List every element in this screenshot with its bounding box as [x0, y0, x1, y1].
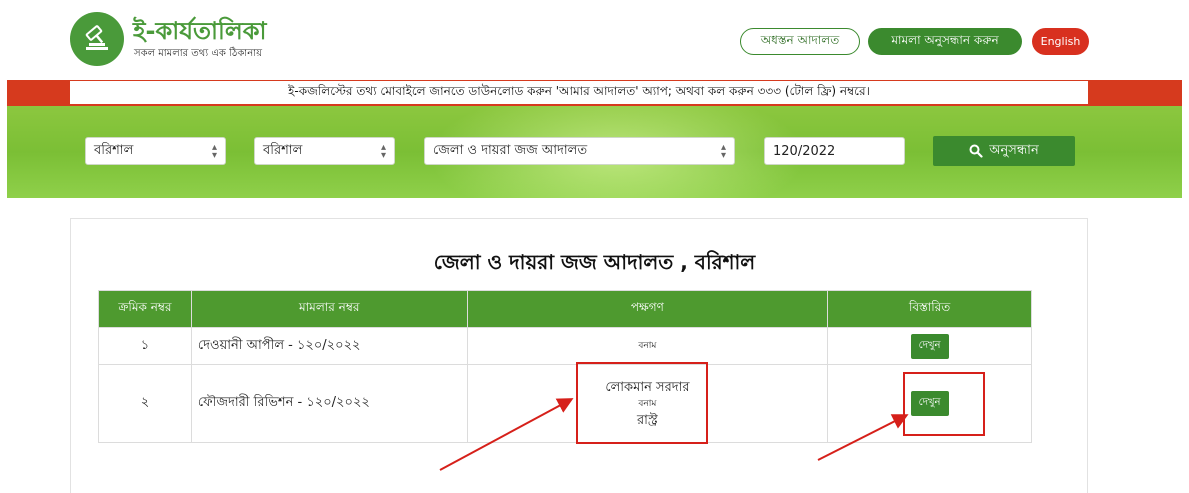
view-details-button[interactable]: দেখুন: [910, 333, 949, 359]
select-arrows-icon: ▴ ▾: [211, 142, 217, 161]
row-serial: ১: [98, 327, 192, 365]
table-row: ১ দেওয়ানী আপীল - ১২০/২০২২ বনাম দেখুন: [98, 327, 1032, 365]
annotation-box-parties: [576, 362, 708, 444]
search-button-label: অনুসন্ধান: [989, 142, 1039, 158]
row-case-number: ফৌজদারী রিভিশন - ১২০/২০২২: [190, 364, 468, 443]
row-serial: ২: [98, 364, 192, 443]
page: ই-কার্যতালিকা সকল মামলার তথ্য এক ঠিকানায…: [0, 0, 1189, 493]
search-icon: [969, 144, 983, 158]
court-title: জেলা ও দায়রা জজ আদালত , বরিশাল: [433, 250, 756, 274]
header-case-number: মামলার নম্বর: [190, 290, 468, 328]
row-details: দেখুন: [827, 327, 1032, 365]
table-header-row: ক্রমিক নম্বর মামলার নম্বর পক্ষগণ বিস্তার…: [98, 290, 1032, 328]
header-serial: ক্রমিক নম্বর: [98, 290, 192, 328]
table-row: ২ ফৌজদারী রিভিশন - ১২০/২০২২ লোকমান সরদার…: [98, 364, 1032, 443]
court-select[interactable]: জেলা ও দায়রা জজ আদালত ▴ ▾: [424, 137, 735, 165]
district-select[interactable]: বরিশাল ▴ ▾: [254, 137, 395, 165]
notice-text: ই-কজলিস্টের তথ্য মোবাইলে জানতে ডাউনলোড ক…: [70, 81, 1088, 104]
versus-label: বনাম: [638, 341, 657, 351]
case-number-input[interactable]: 120/2022: [764, 137, 905, 165]
row-parties: বনাম: [466, 327, 829, 365]
site-header: ই-কার্যতালিকা সকল মামলার তথ্য এক ঠিকানায…: [0, 0, 1189, 80]
case-search-button[interactable]: মামলা অনুসন্ধান করুন: [868, 28, 1022, 55]
gavel-icon[interactable]: [70, 12, 124, 66]
search-button[interactable]: অনুসন্ধান: [933, 136, 1075, 166]
select-arrows-icon: ▴ ▾: [720, 142, 726, 161]
lower-court-button[interactable]: অধস্তন আদালত: [740, 28, 860, 55]
cases-table: ক্রমিক নম্বর মামলার নম্বর পক্ষগণ বিস্তার…: [98, 290, 1032, 443]
division-select-value: বরিশাল: [94, 142, 134, 158]
header-parties: পক্ষগণ: [466, 290, 829, 328]
english-language-button[interactable]: English: [1032, 28, 1089, 55]
row-case-number: দেওয়ানী আপীল - ১২০/২০২২: [190, 327, 468, 365]
select-arrows-icon: ▴ ▾: [380, 142, 386, 161]
division-select[interactable]: বরিশাল ▴ ▾: [85, 137, 226, 165]
header-details: বিস্তারিত: [827, 290, 1032, 328]
logo-subtitle: সকল মামলার তথ্য এক ঠিকানায়: [134, 48, 262, 59]
annotation-box-details: [903, 372, 985, 436]
court-select-value: জেলা ও দায়রা জজ আদালত: [433, 142, 588, 158]
district-select-value: বরিশাল: [263, 142, 303, 158]
